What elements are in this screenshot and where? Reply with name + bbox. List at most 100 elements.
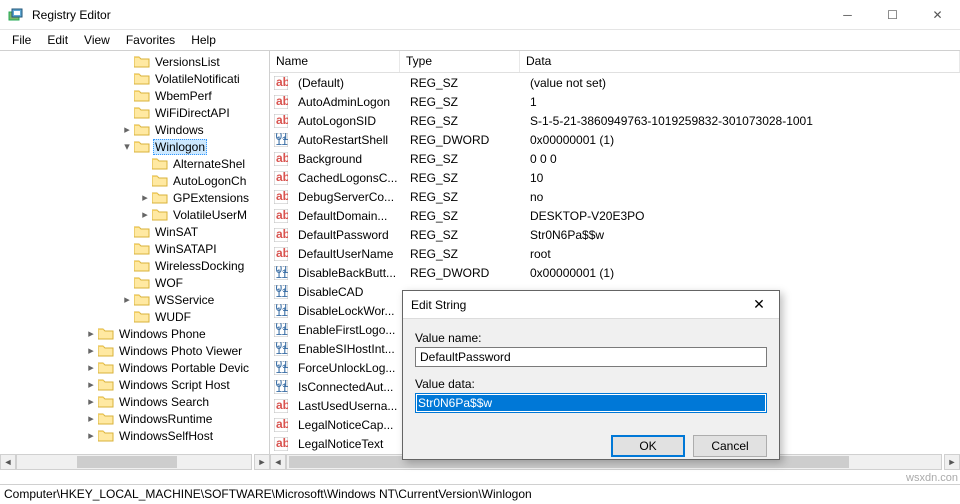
value-type: REG_SZ bbox=[404, 190, 524, 204]
tree-pane[interactable]: VersionsListVolatileNotificatiWbemPerfWi… bbox=[0, 51, 270, 470]
svg-text:110: 110 bbox=[276, 134, 289, 147]
tree-item[interactable]: ▸Windows Search bbox=[2, 393, 269, 410]
tree-item[interactable]: WiFiDirectAPI bbox=[2, 104, 269, 121]
tree-item[interactable]: ▸ Windows Photo Viewer bbox=[2, 342, 269, 359]
column-name[interactable]: Name bbox=[270, 51, 400, 72]
scroll-right-tree[interactable]: ► bbox=[254, 454, 270, 470]
expander-icon[interactable]: ▸ bbox=[84, 378, 98, 391]
tree-item[interactable]: VolatileNotificati bbox=[2, 70, 269, 87]
expander-icon[interactable]: ▸ bbox=[84, 344, 98, 357]
expander-icon[interactable]: ▸ bbox=[120, 293, 134, 306]
tree-item[interactable]: ▸Windows bbox=[2, 121, 269, 138]
value-icon: 011110 bbox=[274, 323, 288, 337]
tree-label: Windows Photo Viewer bbox=[117, 344, 244, 358]
tree-item[interactable]: AutoLogonCh bbox=[2, 172, 269, 189]
list-row[interactable]: abAutoAdminLogonREG_SZ1 bbox=[270, 92, 960, 111]
dialog-title: Edit String bbox=[411, 298, 747, 312]
value-icon: ab bbox=[274, 95, 288, 109]
expander-icon[interactable]: ▸ bbox=[84, 412, 98, 425]
value-data-input[interactable]: Str0N6Pa$$w bbox=[415, 393, 767, 413]
list-row[interactable]: abDefaultUserNameREG_SZroot bbox=[270, 244, 960, 263]
svg-text:ab: ab bbox=[276, 437, 288, 450]
folder-icon bbox=[134, 242, 150, 256]
value-data: root bbox=[524, 247, 960, 261]
value-name: DefaultDomain... bbox=[292, 209, 404, 223]
tree-item[interactable]: AlternateShel bbox=[2, 155, 269, 172]
expander-icon[interactable]: ▸ bbox=[84, 361, 98, 374]
list-row[interactable]: abBackgroundREG_SZ0 0 0 bbox=[270, 149, 960, 168]
expander-icon[interactable]: ▾ bbox=[120, 140, 134, 153]
list-row[interactable]: abDefaultDomain...REG_SZDESKTOP-V20E3PO bbox=[270, 206, 960, 225]
tree-item[interactable]: ▸Windows Script Host bbox=[2, 376, 269, 393]
list-row[interactable]: ab(Default)REG_SZ(value not set) bbox=[270, 73, 960, 92]
cancel-button[interactable]: Cancel bbox=[693, 435, 767, 457]
menu-view[interactable]: View bbox=[76, 31, 118, 49]
list-row[interactable]: 011110DisableBackButt...REG_DWORD0x00000… bbox=[270, 263, 960, 282]
tree-item[interactable]: WinSAT bbox=[2, 223, 269, 240]
column-type[interactable]: Type bbox=[400, 51, 520, 72]
ok-button[interactable]: OK bbox=[611, 435, 685, 457]
column-data[interactable]: Data bbox=[520, 51, 960, 72]
tree-item[interactable]: ▸ GPExtensions bbox=[2, 189, 269, 206]
tree-item[interactable]: ▸ Windows Phone bbox=[2, 325, 269, 342]
tree-item[interactable]: WbemPerf bbox=[2, 87, 269, 104]
svg-text:ab: ab bbox=[276, 209, 288, 222]
list-row[interactable]: abAutoLogonSIDREG_SZS-1-5-21-3860949763-… bbox=[270, 111, 960, 130]
menu-help[interactable]: Help bbox=[183, 31, 224, 49]
maximize-button[interactable]: ☐ bbox=[870, 0, 915, 30]
tree-label: GPExtensions bbox=[171, 191, 251, 205]
tree-label: VersionsList bbox=[153, 55, 222, 69]
expander-icon[interactable]: ▸ bbox=[84, 395, 98, 408]
dialog-close-icon[interactable]: ✕ bbox=[747, 296, 771, 313]
list-header[interactable]: Name Type Data bbox=[270, 51, 960, 73]
tree-item[interactable]: WirelessDocking bbox=[2, 257, 269, 274]
tree-item[interactable]: ▸Windows Portable Devic bbox=[2, 359, 269, 376]
tree-item[interactable]: VersionsList bbox=[2, 53, 269, 70]
tree-item[interactable]: WinSATAPI bbox=[2, 240, 269, 257]
tree-item[interactable]: ▸WSService bbox=[2, 291, 269, 308]
dialog-titlebar[interactable]: Edit String ✕ bbox=[403, 291, 779, 319]
tree-item[interactable]: WUDF bbox=[2, 308, 269, 325]
expander-icon[interactable]: ▸ bbox=[84, 327, 98, 340]
folder-icon bbox=[134, 276, 150, 290]
scroll-right-list[interactable]: ► bbox=[944, 454, 960, 470]
close-button[interactable]: ✕ bbox=[915, 0, 960, 30]
tree-item[interactable]: WOF bbox=[2, 274, 269, 291]
expander-icon[interactable]: ▸ bbox=[120, 123, 134, 136]
value-name: DisableBackButt... bbox=[292, 266, 404, 280]
value-data: S-1-5-21-3860949763-1019259832-301073028… bbox=[524, 114, 960, 128]
svg-text:ab: ab bbox=[276, 76, 288, 89]
expander-icon[interactable]: ▸ bbox=[84, 429, 98, 442]
status-bar: Computer\HKEY_LOCAL_MACHINE\SOFTWARE\Mic… bbox=[0, 484, 960, 504]
scroll-track-tree[interactable] bbox=[16, 454, 252, 470]
scroll-left-tree[interactable]: ◄ bbox=[0, 454, 16, 470]
tree-label: WOF bbox=[153, 276, 185, 290]
tree-item[interactable]: ▾Winlogon bbox=[2, 138, 269, 155]
value-icon: 011110 bbox=[274, 133, 288, 147]
list-row[interactable]: abCachedLogonsC...REG_SZ10 bbox=[270, 168, 960, 187]
expander-icon[interactable]: ▸ bbox=[138, 191, 152, 204]
scroll-left-list[interactable]: ◄ bbox=[270, 454, 286, 470]
value-name: DebugServerCo... bbox=[292, 190, 404, 204]
tree-label: AutoLogonCh bbox=[171, 174, 248, 188]
tree-item[interactable]: ▸WindowsRuntime bbox=[2, 410, 269, 427]
value-type: REG_DWORD bbox=[404, 266, 524, 280]
menu-file[interactable]: File bbox=[4, 31, 39, 49]
expander-icon[interactable]: ▸ bbox=[138, 208, 152, 221]
menu-favorites[interactable]: Favorites bbox=[118, 31, 183, 49]
tree-label: Windows Phone bbox=[117, 327, 208, 341]
value-type: REG_SZ bbox=[404, 114, 524, 128]
minimize-button[interactable]: ─ bbox=[825, 0, 870, 30]
svg-text:110: 110 bbox=[276, 362, 289, 375]
list-row[interactable]: abDebugServerCo...REG_SZno bbox=[270, 187, 960, 206]
value-data: 0x00000001 (1) bbox=[524, 266, 960, 280]
tree-item[interactable]: ▸WindowsSelfHost bbox=[2, 427, 269, 444]
value-name-input[interactable] bbox=[415, 347, 767, 367]
list-row[interactable]: 011110AutoRestartShellREG_DWORD0x0000000… bbox=[270, 130, 960, 149]
value-data: 0x00000001 (1) bbox=[524, 133, 960, 147]
list-row[interactable]: abDefaultPasswordREG_SZStr0N6Pa$$w bbox=[270, 225, 960, 244]
tree-item[interactable]: ▸VolatileUserM bbox=[2, 206, 269, 223]
folder-icon bbox=[134, 225, 150, 239]
svg-text:110: 110 bbox=[276, 343, 289, 356]
menu-edit[interactable]: Edit bbox=[39, 31, 76, 49]
